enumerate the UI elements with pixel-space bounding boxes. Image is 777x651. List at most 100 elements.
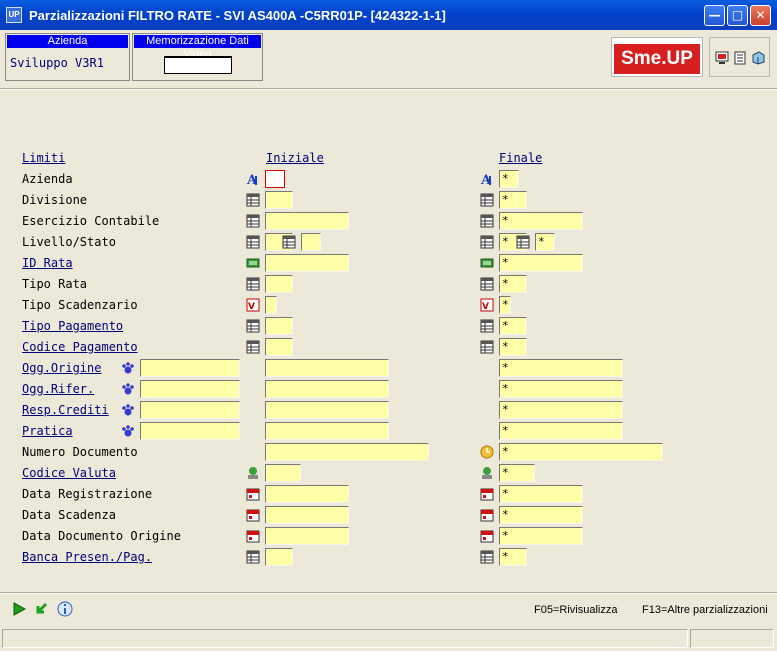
minimize-icon[interactable]: — [704, 5, 725, 26]
table-icon[interactable] [480, 340, 494, 354]
v2-icon[interactable]: V [480, 298, 494, 312]
finale-field-codice-pagamento[interactable]: * [499, 338, 527, 356]
label-id-rata[interactable]: ID Rata [22, 256, 73, 270]
iniziale-field-resp-crediti[interactable] [265, 401, 389, 419]
table-icon[interactable] [480, 214, 494, 228]
label-codice-pagamento[interactable]: Codice Pagamento [22, 340, 138, 354]
finale-field-tipo-pagamento[interactable]: * [499, 317, 527, 335]
label-ogg-rifer[interactable]: Ogg.Rifer. [22, 382, 94, 396]
finale-field-numero-documento[interactable]: * [499, 443, 663, 461]
paw-icon[interactable] [121, 403, 135, 417]
finale-field-ogg-rifer[interactable]: * [499, 380, 623, 398]
box-icon[interactable] [751, 51, 765, 65]
calendar-icon[interactable] [246, 529, 260, 543]
calendar-icon[interactable] [480, 508, 494, 522]
finale-field-divisione[interactable]: * [499, 191, 527, 209]
document-icon[interactable] [733, 51, 747, 65]
iniziale-field-data-scadenza[interactable] [265, 506, 349, 524]
calendar-icon[interactable] [480, 487, 494, 501]
finale-field-esercizio-contabile[interactable]: * [499, 212, 583, 230]
finale-field-codice-valuta[interactable]: * [499, 464, 535, 482]
font-a-icon[interactable]: A [480, 172, 494, 186]
play-icon[interactable] [11, 601, 27, 617]
monitor-icon[interactable] [715, 51, 729, 65]
finale-field-banca-presen-pag[interactable]: * [499, 548, 527, 566]
table-icon[interactable] [246, 277, 260, 291]
table-icon[interactable] [480, 319, 494, 333]
finale2-field-livello-stato[interactable]: * [535, 233, 555, 251]
currency-icon[interactable] [246, 466, 260, 480]
font-a-icon[interactable]: A [246, 172, 260, 186]
iniziale2-field-livello-stato[interactable] [301, 233, 321, 251]
clock-icon[interactable] [480, 445, 494, 459]
iniziale-field-ogg-origine[interactable] [265, 359, 389, 377]
table-icon[interactable] [480, 277, 494, 291]
label-tipo-pagamento[interactable]: Tipo Pagamento [22, 319, 123, 333]
label-banca-presen-pag[interactable]: Banca Presen./Pag. [22, 550, 152, 564]
refresh-icon[interactable] [34, 601, 50, 617]
iniziale-field-esercizio-contabile[interactable] [265, 212, 349, 230]
paw-icon[interactable] [121, 382, 135, 396]
memorizzazione-input[interactable] [164, 56, 232, 74]
iniziale-field-tipo-pagamento[interactable] [265, 317, 293, 335]
iniziale-field-tipo-scadenzario[interactable] [265, 296, 277, 314]
finale-field-tipo-rata[interactable]: * [499, 275, 527, 293]
finale-field-resp-crediti[interactable]: * [499, 401, 623, 419]
money-icon[interactable] [480, 256, 494, 270]
calendar-icon[interactable] [480, 529, 494, 543]
iniziale-field-data-registrazione[interactable] [265, 485, 349, 503]
f13-hint[interactable]: F13=Altre parzializzazioni [642, 604, 768, 616]
table-icon[interactable] [480, 193, 494, 207]
table-icon[interactable] [246, 319, 260, 333]
table-icon[interactable] [480, 550, 494, 564]
iniziale-field-numero-documento[interactable] [265, 443, 429, 461]
currency-icon[interactable] [480, 466, 494, 480]
iniziale-field-tipo-rata[interactable] [265, 275, 293, 293]
v2-icon[interactable]: V [246, 298, 260, 312]
iniziale-field-azienda[interactable] [265, 170, 285, 188]
iniziale-field-data-documento-origine[interactable] [265, 527, 349, 545]
obj-field-pratica[interactable] [140, 422, 240, 440]
maximize-icon[interactable]: □ [727, 5, 748, 26]
finale-field-azienda[interactable]: * [499, 170, 519, 188]
table-icon[interactable] [282, 235, 296, 249]
table-icon[interactable] [246, 340, 260, 354]
iniziale-field-divisione[interactable] [265, 191, 293, 209]
finale-field-pratica[interactable]: * [499, 422, 623, 440]
iniziale-field-codice-valuta[interactable] [265, 464, 301, 482]
table-icon[interactable] [480, 235, 494, 249]
finale-field-data-registrazione[interactable]: * [499, 485, 583, 503]
table-icon[interactable] [246, 193, 260, 207]
label-codice-valuta[interactable]: Codice Valuta [22, 466, 116, 480]
finale-field-tipo-scadenzario[interactable]: * [499, 296, 511, 314]
iniziale-field-pratica[interactable] [265, 422, 389, 440]
label-pratica[interactable]: Pratica [22, 424, 73, 438]
table-icon[interactable] [246, 214, 260, 228]
finale-field-id-rata[interactable]: * [499, 254, 583, 272]
obj-field-ogg-origine[interactable] [140, 359, 240, 377]
finale-field-data-scadenza[interactable]: * [499, 506, 583, 524]
obj-field-resp-crediti[interactable] [140, 401, 240, 419]
column-finale[interactable]: Finale [499, 151, 542, 165]
calendar-icon[interactable] [246, 487, 260, 501]
obj-field-ogg-rifer[interactable] [140, 380, 240, 398]
iniziale-field-ogg-rifer[interactable] [265, 380, 389, 398]
info-icon[interactable] [57, 601, 73, 617]
paw-icon[interactable] [121, 424, 135, 438]
table-icon[interactable] [516, 235, 530, 249]
column-limiti[interactable]: Limiti [22, 151, 65, 165]
finale-field-data-documento-origine[interactable]: * [499, 527, 583, 545]
label-ogg-origine[interactable]: Ogg.Origine [22, 361, 101, 375]
money-icon[interactable] [246, 256, 260, 270]
finale-field-ogg-origine[interactable]: * [499, 359, 623, 377]
label-resp-crediti[interactable]: Resp.Crediti [22, 403, 109, 417]
calendar-icon[interactable] [246, 508, 260, 522]
iniziale-field-codice-pagamento[interactable] [265, 338, 293, 356]
table-icon[interactable] [246, 550, 260, 564]
iniziale-field-id-rata[interactable] [265, 254, 349, 272]
column-iniziale[interactable]: Iniziale [266, 151, 324, 165]
iniziale-field-banca-presen-pag[interactable] [265, 548, 293, 566]
table-icon[interactable] [246, 235, 260, 249]
paw-icon[interactable] [121, 361, 135, 375]
close-icon[interactable]: ✕ [750, 5, 771, 26]
